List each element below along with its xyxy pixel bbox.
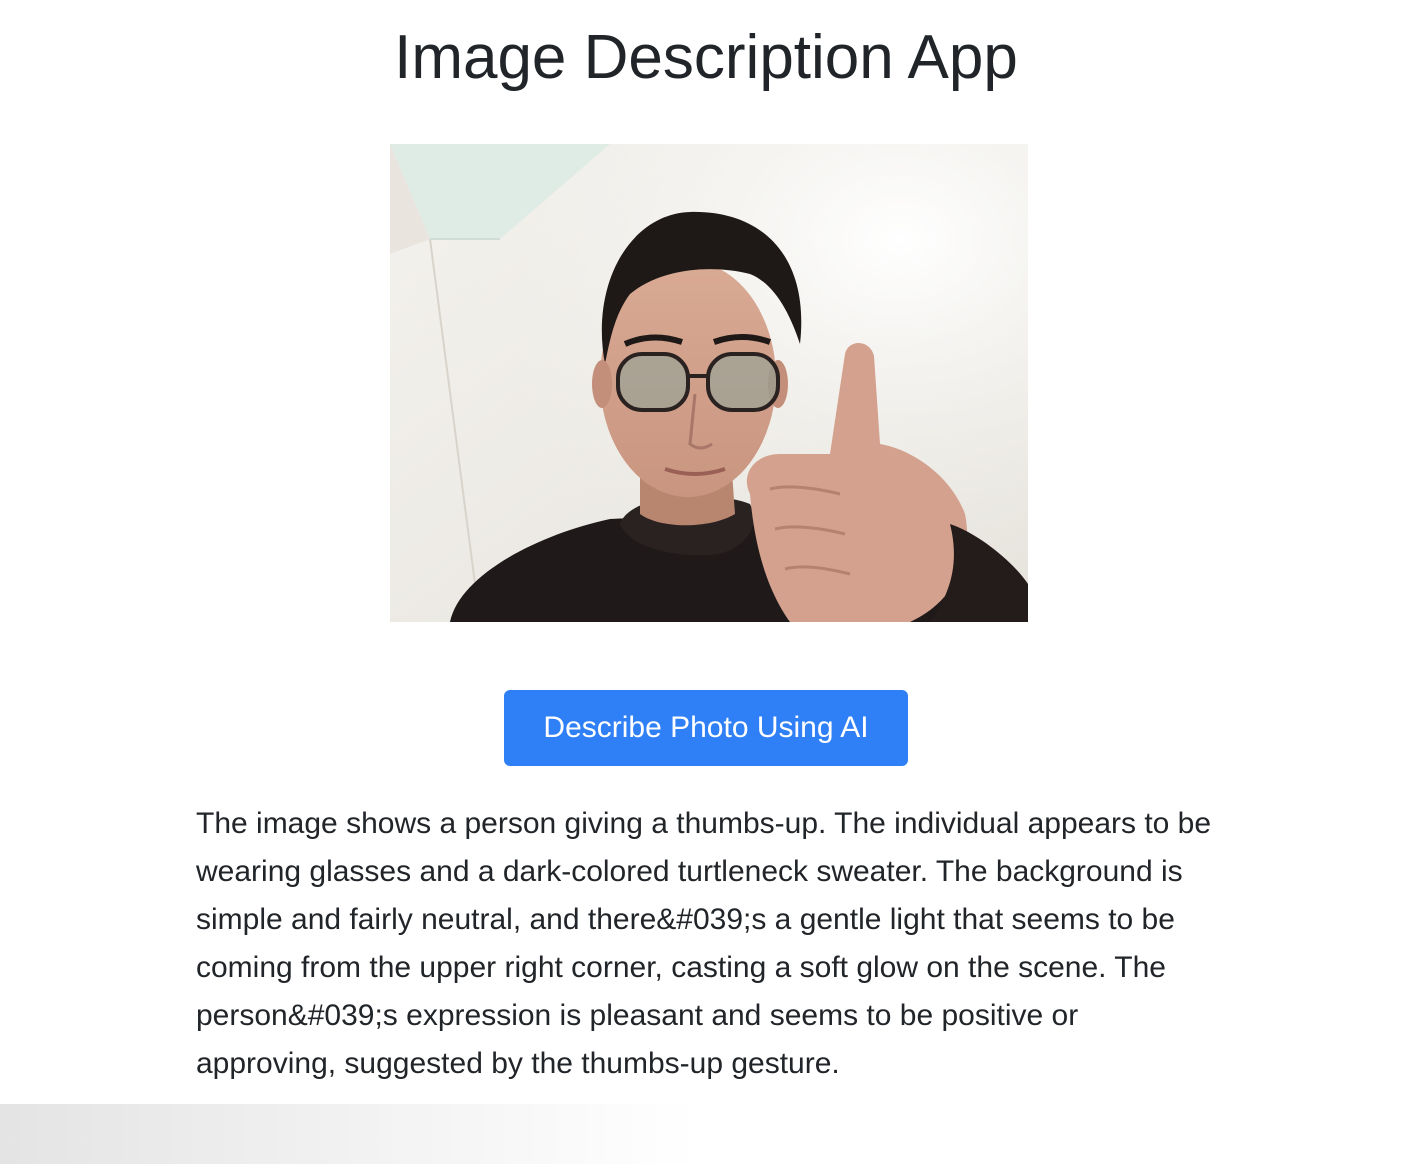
app-page: Image Description App Describe Photo Usi… xyxy=(0,0,1412,1164)
photo-illustration xyxy=(390,144,1028,622)
uploaded-photo xyxy=(390,144,1028,622)
description-text: The image shows a person giving a thumbs… xyxy=(196,807,1212,1080)
describe-photo-button[interactable]: Describe Photo Using AI xyxy=(504,690,908,766)
page-title: Image Description App xyxy=(394,23,1018,92)
window-edge-shadow xyxy=(0,1104,700,1164)
